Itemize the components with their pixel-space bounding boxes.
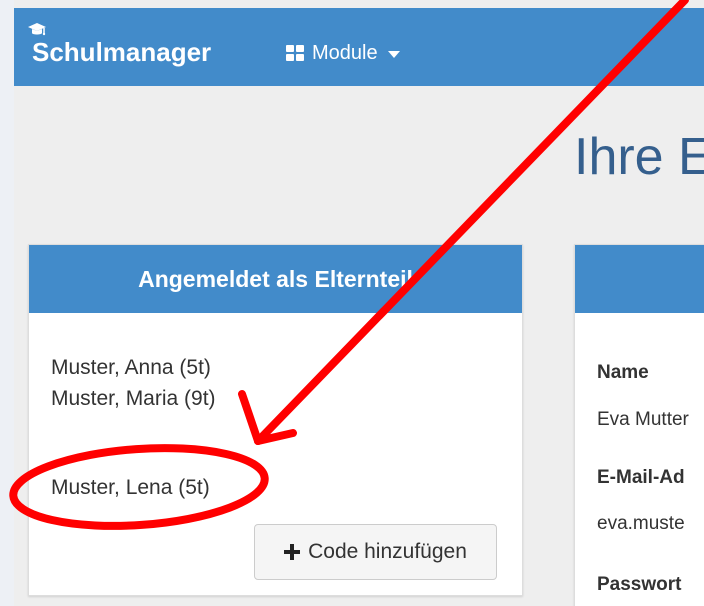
student-item[interactable]: Muster, Lena (5t) [51, 476, 210, 500]
profile-card-header [575, 245, 704, 313]
page-container: Schulmanager Module Ihre E Angemeldet al… [14, 0, 704, 606]
name-label: Name [597, 362, 649, 383]
parent-login-card-header: Angemeldet als Elternteil [29, 245, 522, 313]
plus-icon [284, 544, 301, 560]
chevron-down-icon [387, 50, 400, 58]
email-value: eva.muste [597, 513, 685, 534]
email-label: E-Mail-Ad [597, 467, 685, 488]
profile-card: Name Eva Mutter E-Mail-Ad eva.muste Pass… [574, 244, 704, 606]
top-navbar: Schulmanager Module [14, 8, 704, 86]
student-item[interactable]: Muster, Maria (9t) [51, 387, 216, 411]
page-title: Ihre E [574, 128, 704, 186]
grid-icon [286, 45, 304, 61]
student-item[interactable]: Muster, Anna (5t) [51, 356, 211, 380]
module-menu-label: Module [312, 41, 378, 64]
password-label: Passwort [597, 574, 682, 595]
brand-name[interactable]: Schulmanager [32, 38, 211, 66]
add-code-label: Code hinzufügen [308, 540, 467, 563]
parent-login-card: Angemeldet als Elternteil Muster, Anna (… [28, 244, 523, 596]
module-menu[interactable]: Module [286, 42, 400, 64]
add-code-button[interactable]: Code hinzufügen [254, 524, 497, 580]
name-value: Eva Mutter [597, 409, 689, 430]
